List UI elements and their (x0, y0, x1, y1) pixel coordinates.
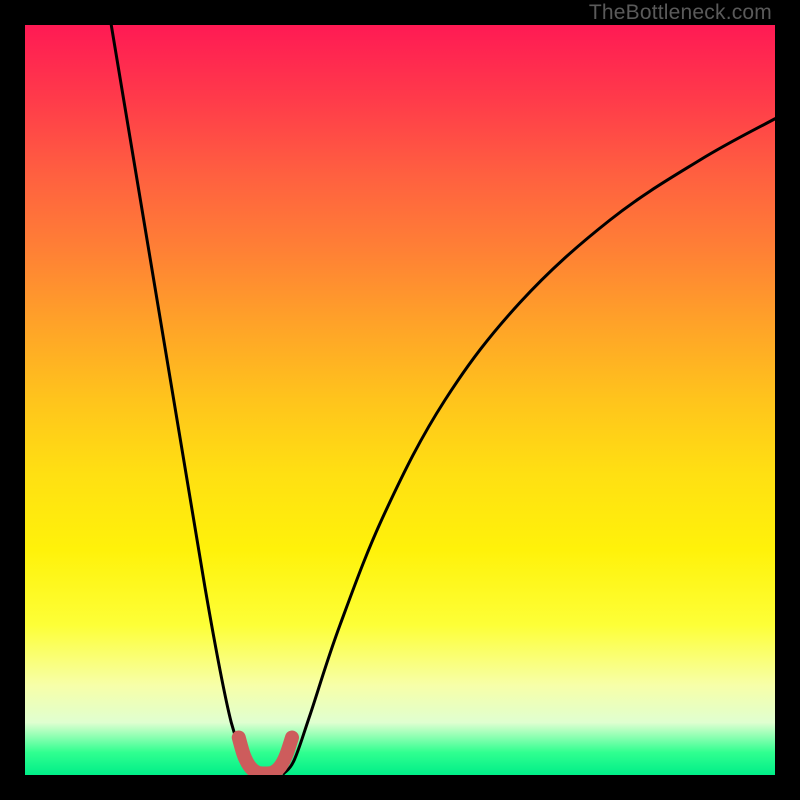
chart-svg (25, 25, 775, 775)
curve-trough-marker (239, 738, 292, 774)
chart-frame (25, 25, 775, 775)
curve-right-branch (284, 119, 775, 774)
watermark-text: TheBottleneck.com (589, 1, 772, 25)
curve-left-branch (111, 25, 253, 774)
